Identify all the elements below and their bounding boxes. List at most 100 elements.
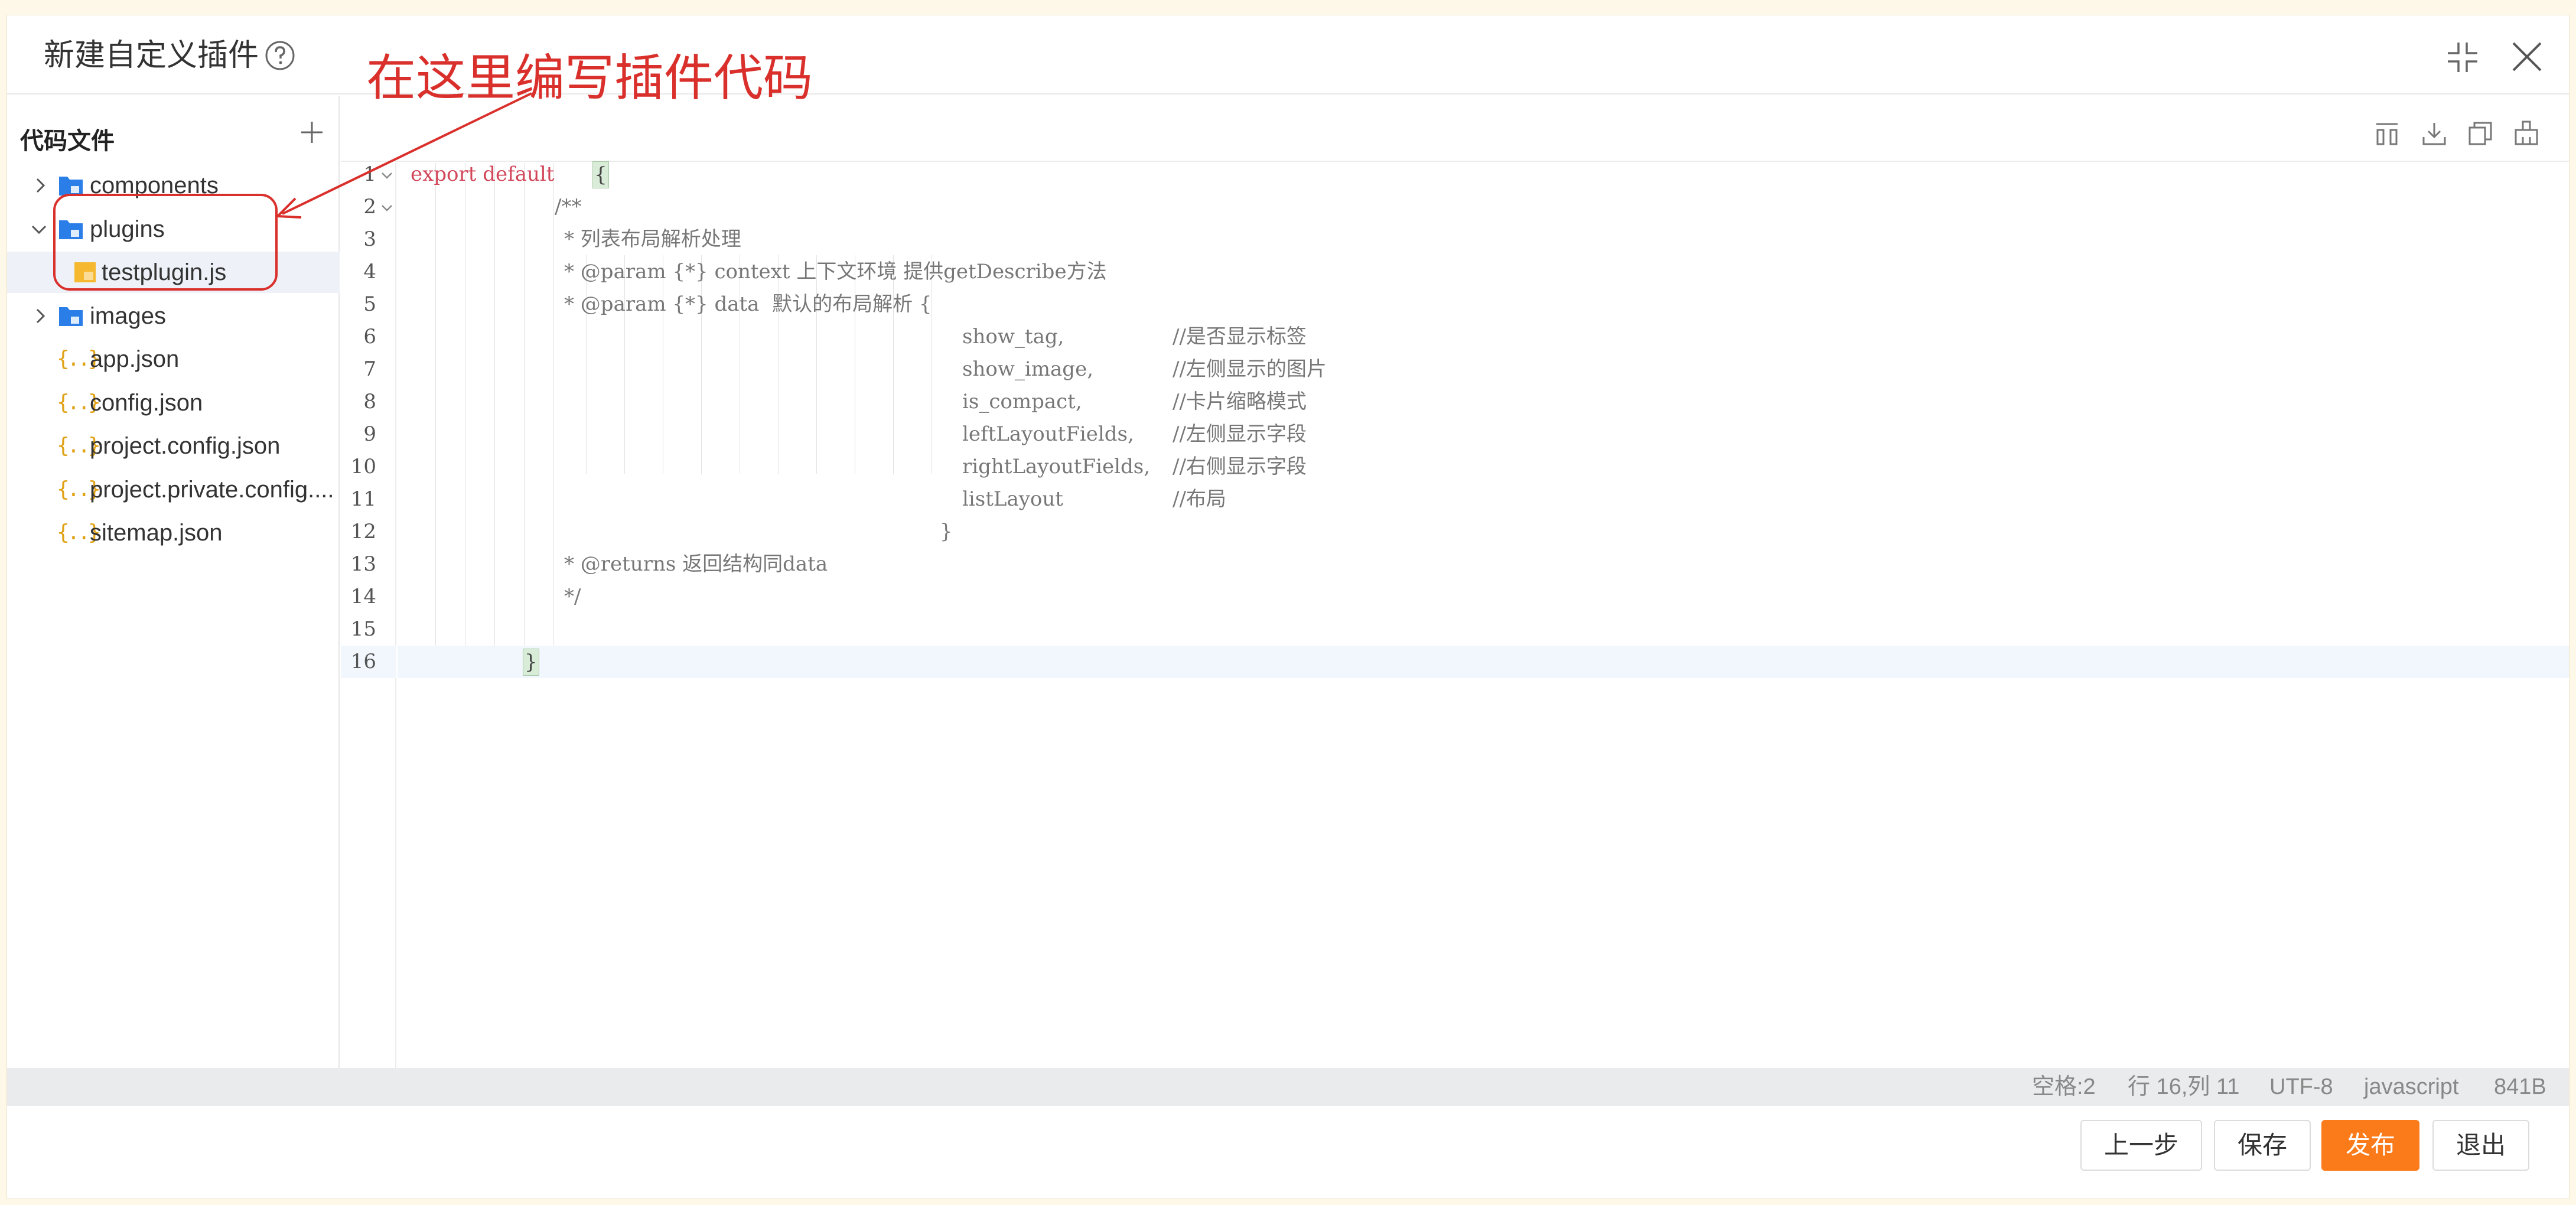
code-comment: } — [940, 520, 953, 543]
line-number: 8 — [363, 390, 376, 413]
line-number: 1 — [363, 162, 376, 186]
code-line-11: listLayout //布局 — [398, 483, 2569, 516]
line-number: 11 — [350, 487, 376, 511]
code-line-16-active: } — [398, 646, 2569, 678]
help-icon[interactable] — [262, 38, 298, 73]
tree-item-config-json[interactable]: {..} config.json — [7, 382, 340, 424]
code-line-14: */ — [398, 581, 2569, 613]
format-icon[interactable] — [2512, 119, 2541, 148]
collapse-window-icon[interactable] — [2444, 39, 2481, 76]
line-number: 10 — [350, 455, 376, 478]
status-encoding[interactable]: UTF-8 — [2269, 1068, 2333, 1106]
code-line-1: export default { — [398, 158, 2569, 191]
sidebar-title: 代码文件 — [20, 128, 115, 154]
chevron-right-icon[interactable] — [32, 308, 48, 324]
code-comment-key: listLayout — [962, 487, 1063, 511]
code-comment-note: //卡片缩略模式 — [1173, 390, 1307, 413]
tree-item-label: app.json — [90, 346, 180, 372]
code-comment: * @param {*} data 默认的布局解析 { — [564, 292, 932, 316]
line-number: 7 — [363, 357, 376, 381]
split-view-icon[interactable] — [2373, 119, 2401, 148]
code-comment-note: //右侧显示字段 — [1173, 455, 1307, 478]
copy-icon[interactable] — [2466, 119, 2494, 148]
download-icon[interactable] — [2420, 119, 2448, 148]
tree-item-label: testplugin.js — [102, 259, 227, 285]
line-number: 12 — [350, 520, 376, 543]
tree-item-label: components — [90, 172, 219, 198]
line-number: 5 — [363, 292, 376, 316]
code-comment: */ — [564, 585, 581, 608]
code-comment-key: rightLayoutFields, — [962, 455, 1151, 478]
tree-item-project-private-config[interactable]: {..} project.private.config.... — [7, 469, 340, 510]
chevron-right-icon[interactable] — [32, 177, 48, 194]
publish-button[interactable]: 发布 — [2321, 1120, 2419, 1171]
sidebar-header: 代码文件 — [7, 96, 338, 155]
exit-button[interactable]: 退出 — [2432, 1120, 2529, 1171]
line-number-gutter: 1 2 3 4 5 6 7 8 9 10 11 12 13 14 15 16 — [341, 162, 396, 1082]
fold-chevron-icon[interactable] — [380, 202, 394, 214]
folder-icon — [59, 307, 83, 326]
code-line-2: /** — [398, 191, 2569, 223]
status-language[interactable]: javascript — [2364, 1068, 2459, 1106]
code-comment-key: leftLayoutFields, — [962, 422, 1134, 446]
tree-item-label: project.config.json — [90, 433, 281, 459]
folder-icon — [59, 177, 83, 196]
line-number: 4 — [363, 260, 376, 284]
code-line-10: rightLayoutFields, //右侧显示字段 — [398, 451, 2569, 483]
code-text-area[interactable]: export default { /** * 列表布局解析处理 * @param… — [398, 161, 2569, 1082]
code-line-5: * @param {*} data 默认的布局解析 { — [398, 288, 2569, 321]
status-cursor-position[interactable]: 行 16,列 11 — [2128, 1068, 2239, 1106]
code-comment-note: //布局 — [1173, 487, 1226, 511]
code-line-4: * @param {*} context 上下文环境 提供getDescribe… — [398, 256, 2569, 288]
line-number: 13 — [350, 552, 376, 576]
tree-item-components[interactable]: components — [7, 165, 340, 206]
line-number: 6 — [363, 325, 376, 349]
tree-item-plugins[interactable]: plugins — [7, 209, 340, 250]
line-number: 3 — [363, 227, 376, 251]
code-comment-key: is_compact, — [962, 390, 1082, 413]
line-number: 15 — [350, 617, 376, 641]
tree-item-project-config-json[interactable]: {..} project.config.json — [7, 425, 340, 467]
code-comment: * 列表布局解析处理 — [564, 227, 741, 251]
code-comment: * @param {*} context 上下文环境 提供getDescribe… — [564, 260, 1107, 284]
status-bar: 空格:2 行 16,列 11 UTF-8 javascript 841B — [7, 1068, 2569, 1106]
add-file-icon[interactable] — [298, 118, 326, 146]
code-comment-note: //左侧显示字段 — [1173, 422, 1307, 446]
tree-item-label: project.private.config.... — [90, 477, 334, 503]
code-line-12: } — [398, 516, 2569, 548]
code-comment-key: show_image, — [962, 357, 1093, 381]
line-number: 14 — [350, 585, 376, 608]
code-editor: 1 2 3 4 5 6 7 8 9 10 11 12 13 14 15 16 e… — [341, 96, 2569, 1082]
line-number: 2 — [363, 195, 376, 219]
plugin-dialog: 新建自定义插件 代码文件 components plugins testplug… — [6, 15, 2570, 1199]
folder-open-icon — [59, 220, 83, 239]
chevron-down-icon[interactable] — [31, 221, 47, 237]
fold-chevron-icon[interactable] — [380, 170, 394, 181]
save-button[interactable]: 保存 — [2214, 1120, 2311, 1171]
line-number: 9 — [363, 422, 376, 446]
tree-item-label: plugins — [90, 216, 165, 242]
code-line-8: is_compact, //卡片缩略模式 — [398, 386, 2569, 418]
code-files-sidebar: 代码文件 components plugins testplugin.js im — [7, 96, 340, 1082]
previous-step-button[interactable]: 上一步 — [2080, 1120, 2202, 1171]
code-line-3: * 列表布局解析处理 — [398, 223, 2569, 256]
tree-item-app-json[interactable]: {..} app.json — [7, 338, 340, 380]
tree-item-images[interactable]: images — [7, 295, 340, 337]
code-brace-matched: { — [592, 161, 609, 188]
code-keyword: export default — [411, 162, 555, 186]
tree-item-sitemap-json[interactable]: {..} sitemap.json — [7, 512, 340, 553]
status-spaces[interactable]: 空格:2 — [2032, 1068, 2096, 1106]
code-line-6: show_tag, //是否显示标签 — [398, 321, 2569, 353]
code-line-7: show_image, //左侧显示的图片 — [398, 353, 2569, 386]
js-file-icon — [74, 262, 96, 282]
code-comment-note: //是否显示标签 — [1173, 325, 1307, 349]
code-comment-note: //左侧显示的图片 — [1173, 357, 1327, 381]
close-icon[interactable] — [2507, 37, 2546, 76]
annotation-callout-text: 在这里编写插件代码 — [366, 50, 813, 106]
tree-item-label: images — [90, 303, 166, 329]
tree-item-label: sitemap.json — [90, 520, 223, 546]
tree-item-label: config.json — [90, 390, 203, 416]
line-number-active: 16 — [341, 646, 396, 678]
tree-item-testplugin[interactable]: testplugin.js — [7, 252, 340, 293]
